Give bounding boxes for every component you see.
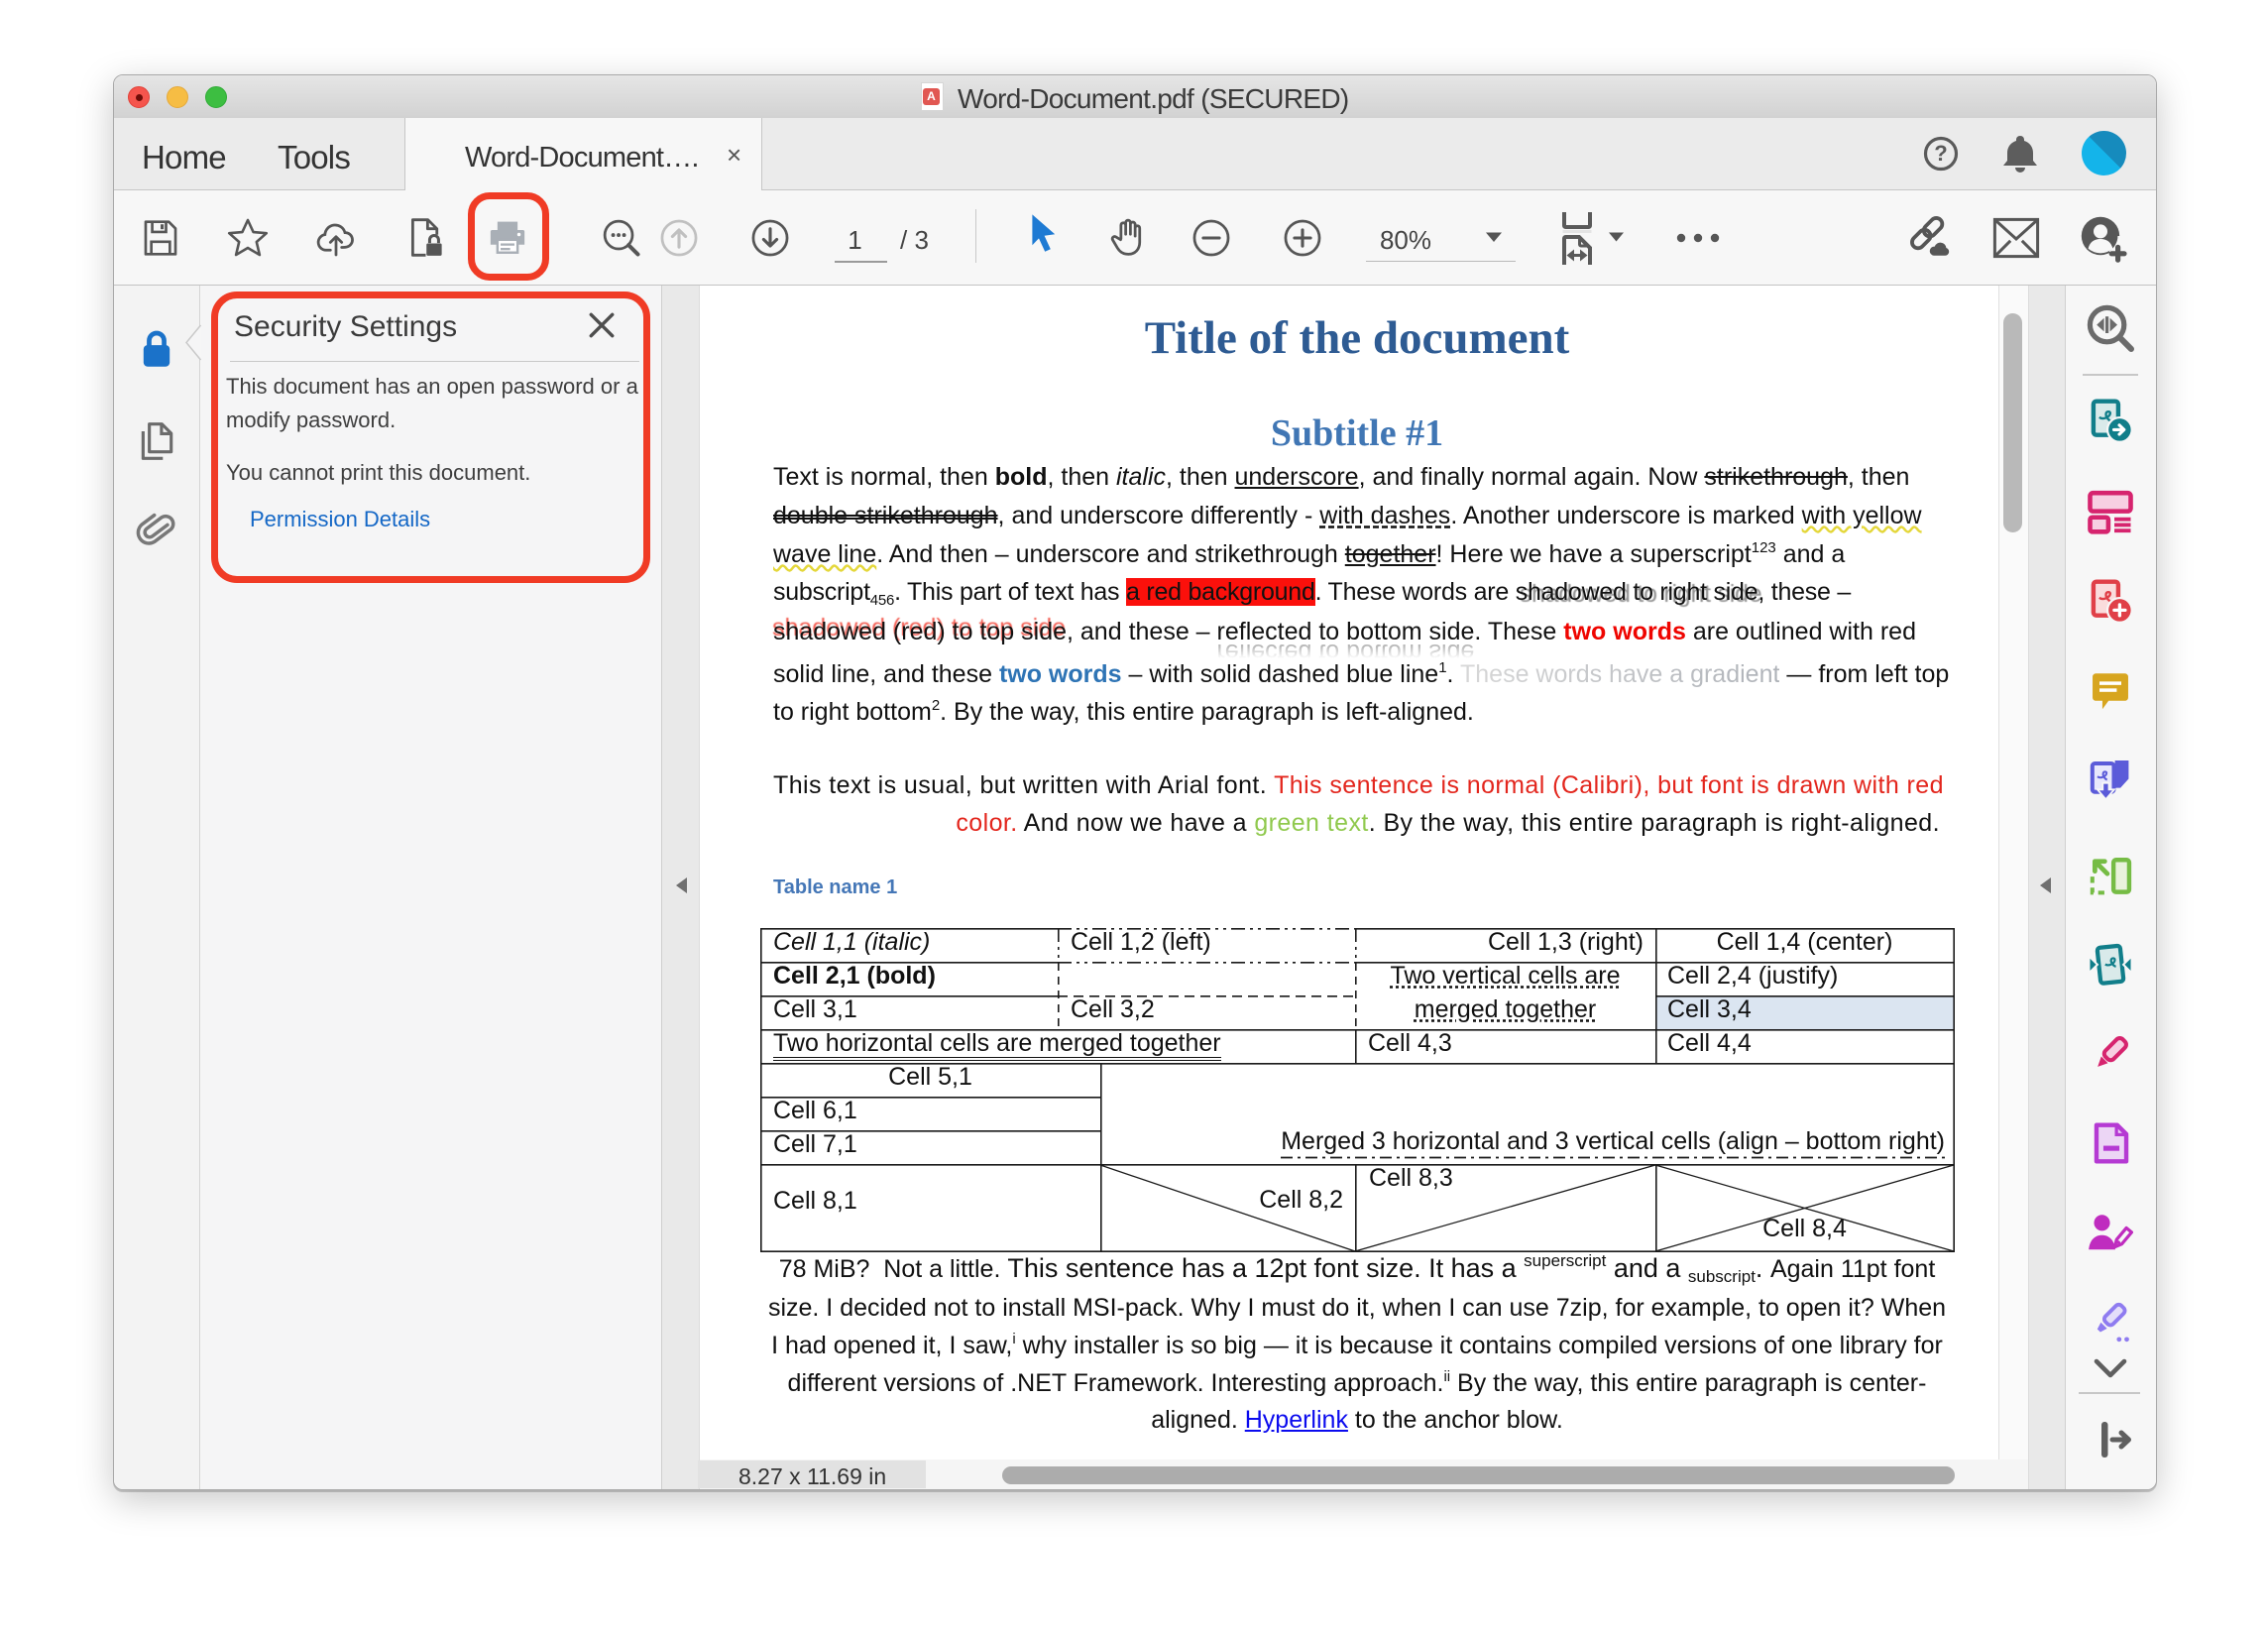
svg-text:?: ? <box>1934 141 1947 166</box>
